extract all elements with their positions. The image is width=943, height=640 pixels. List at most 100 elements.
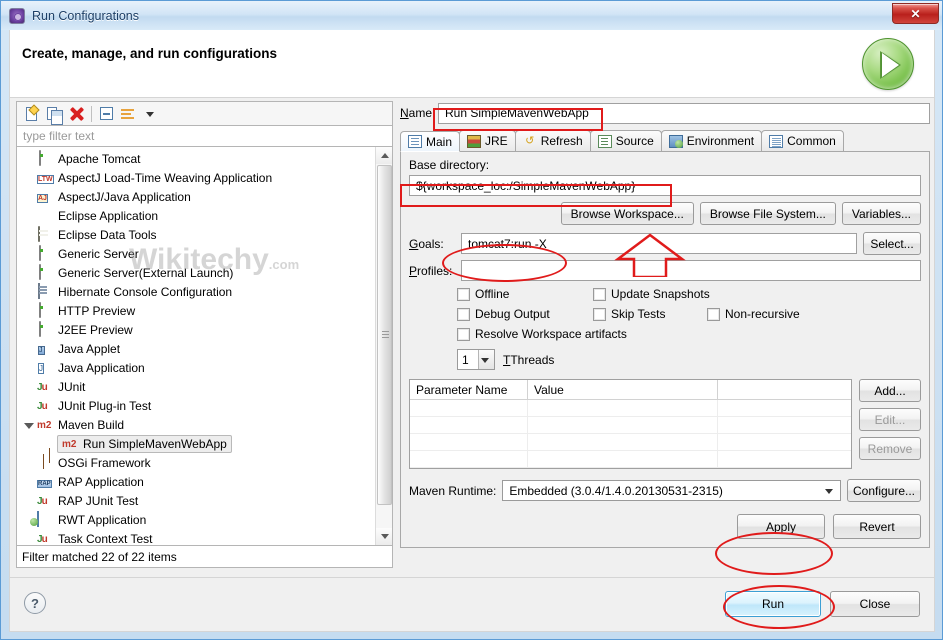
scroll-down-icon[interactable] — [376, 528, 392, 545]
edit-parameter-button[interactable]: Edit... — [859, 408, 921, 431]
tree-item-label: HTTP Preview — [58, 303, 136, 318]
table-row[interactable] — [410, 451, 851, 468]
table-row[interactable] — [410, 417, 851, 434]
window-title: Run Configurations — [32, 8, 140, 23]
environment-tab-icon — [668, 134, 683, 148]
tree-item-http-preview[interactable]: HTTP Preview — [17, 301, 392, 320]
maven-runtime-select[interactable]: Embedded (3.0.4/1.4.0.20130531-2315) — [502, 480, 841, 501]
tree-item-task-context-test[interactable]: Ju Task Context Test — [17, 529, 392, 546]
offline-label: Offline — [475, 287, 510, 301]
ltw-icon: LTW — [37, 174, 54, 184]
tree-item-junit[interactable]: Ju JUnit — [17, 377, 392, 396]
tree-item-eclipse-application[interactable]: Eclipse Application — [17, 206, 392, 225]
dialog-footer: ? Run Close — [9, 578, 935, 632]
resolve-workspace-artifacts-checkbox[interactable] — [457, 327, 470, 341]
add-parameter-button[interactable]: Add... — [859, 379, 921, 402]
tree-item-rwt-application[interactable]: RWT Application — [17, 510, 392, 529]
tree-item-osgi-framework[interactable]: OSGi Framework — [17, 453, 392, 472]
skip-tests-checkbox[interactable] — [593, 307, 606, 321]
column-header-parameter-name: Parameter Name — [410, 380, 528, 400]
configurations-tree[interactable]: Wikitechy.com Apache Tomcat LTW AspectJ … — [16, 147, 393, 546]
offline-checkbox[interactable] — [457, 287, 470, 301]
tree-item-j2ee-preview[interactable]: J2EE Preview — [17, 320, 392, 339]
scrollbar-thumb[interactable] — [377, 165, 392, 505]
tree-item-rap-application[interactable]: RAP RAP Application — [17, 472, 392, 491]
tree-item-rap-junit-test[interactable]: Ju RAP JUnit Test — [17, 491, 392, 510]
tab-source[interactable]: Source — [589, 130, 662, 151]
revert-button[interactable]: Revert — [833, 514, 921, 539]
skip-tests-label: Skip Tests — [611, 307, 666, 321]
debug-output-checkbox[interactable] — [457, 307, 470, 321]
filter-input[interactable]: type filter text — [16, 125, 393, 147]
tree-scrollbar[interactable] — [375, 147, 392, 545]
maven-icon: m2 — [62, 438, 77, 450]
tab-refresh[interactable]: ↺ Refresh — [514, 130, 591, 151]
delete-configuration-icon[interactable] — [65, 104, 87, 124]
tree-item-apache-tomcat[interactable]: Apache Tomcat — [17, 149, 392, 168]
tree-item-maven-build[interactable]: m2 Maven Build — [17, 415, 392, 434]
dialog-body: type filter text Wikitechy.com Apache To… — [9, 98, 935, 578]
threads-stepper[interactable]: 1 — [457, 349, 495, 370]
help-icon[interactable]: ? — [24, 592, 46, 614]
non-recursive-label: Non-recursive — [725, 307, 800, 321]
new-configuration-icon[interactable] — [21, 104, 43, 124]
table-row[interactable] — [410, 400, 851, 417]
non-recursive-checkbox[interactable] — [707, 307, 720, 321]
tree-item-generic-server-external[interactable]: Generic Server(External Launch) — [17, 263, 392, 282]
tree-item-label: AspectJ/Java Application — [58, 189, 191, 204]
apply-button[interactable]: Apply — [737, 514, 825, 539]
close-button[interactable]: Close — [830, 591, 920, 617]
tree-item-run-simplemavenwebapp[interactable]: m2 Run SimpleMavenWebApp — [17, 434, 392, 453]
parameters-table[interactable]: Parameter Name Value — [409, 379, 852, 469]
threads-dropdown-arrow-icon[interactable] — [478, 350, 494, 369]
tree-item-java-applet[interactable]: J Java Applet — [17, 339, 392, 358]
tree-list: Apache Tomcat LTW AspectJ Load-Time Weav… — [17, 147, 392, 546]
tree-item-generic-server[interactable]: Generic Server — [17, 244, 392, 263]
debug-output-label: Debug Output — [475, 307, 550, 321]
scroll-up-icon[interactable] — [376, 147, 392, 164]
tree-item-java-application[interactable]: J Java Application — [17, 358, 392, 377]
tab-common[interactable]: Common — [761, 130, 844, 151]
run-configurations-window: Run Configurations ✕ Create, manage, and… — [0, 0, 943, 640]
tree-item-junit-plugin-test[interactable]: Ju JUnit Plug-in Test — [17, 396, 392, 415]
rap-icon: RAP — [37, 479, 52, 488]
close-window-button[interactable]: ✕ — [892, 3, 939, 24]
tree-item-eclipse-data-tools[interactable]: Eclipse Data Tools — [17, 225, 392, 244]
expand-triangle-icon[interactable] — [24, 423, 34, 429]
chevron-down-icon[interactable] — [140, 104, 162, 124]
junit-icon: Ju — [37, 533, 48, 545]
profiles-input[interactable] — [461, 260, 921, 281]
goals-input[interactable]: tomcat7:run -X — [461, 233, 857, 254]
tab-label: Source — [615, 134, 654, 148]
base-directory-label: Base directory: — [409, 158, 490, 172]
tree-item-aspectj-java[interactable]: AJ AspectJ/Java Application — [17, 187, 392, 206]
threads-value: 1 — [462, 352, 469, 367]
apply-revert-row: Apply Revert — [737, 514, 921, 539]
junit-plugin-icon: Ju — [37, 400, 48, 412]
tree-item-hibernate-console[interactable]: Hibernate Console Configuration — [17, 282, 392, 301]
variables-button[interactable]: Variables... — [841, 202, 921, 225]
collapse-all-icon[interactable] — [96, 104, 118, 124]
tree-item-label: JUnit Plug-in Test — [58, 398, 152, 413]
tab-main[interactable]: Main — [400, 131, 461, 152]
remove-parameter-button[interactable]: Remove — [859, 437, 921, 460]
select-goals-button[interactable]: Select... — [863, 232, 921, 255]
duplicate-configuration-icon[interactable] — [43, 104, 65, 125]
main-tab-pane: Base directory: ${workspace_loc:/SimpleM… — [400, 152, 930, 548]
toolbar-separator — [91, 105, 92, 122]
update-snapshots-checkbox[interactable] — [593, 287, 606, 301]
browse-file-system-button[interactable]: Browse File System... — [699, 202, 836, 225]
configure-runtime-button[interactable]: Configure... — [847, 479, 921, 502]
table-header-row: Parameter Name Value — [410, 380, 851, 400]
table-row[interactable] — [410, 434, 851, 451]
tab-environment[interactable]: Environment — [660, 130, 763, 151]
filter-icon[interactable] — [118, 104, 140, 124]
configuration-name-input[interactable]: Run SimpleMavenWebApp — [438, 102, 930, 124]
run-button[interactable]: Run — [725, 591, 821, 617]
browse-workspace-button[interactable]: Browse Workspace... — [560, 202, 694, 225]
configurations-tree-panel: type filter text Wikitechy.com Apache To… — [16, 101, 393, 575]
tree-item-label: Hibernate Console Configuration — [58, 284, 233, 299]
base-directory-input[interactable]: ${workspace_loc:/SimpleMavenWebApp} — [409, 175, 921, 196]
tab-jre[interactable]: JRE — [459, 130, 516, 151]
tree-item-aspectj-ltw[interactable]: LTW AspectJ Load-Time Weaving Applicatio… — [17, 168, 392, 187]
